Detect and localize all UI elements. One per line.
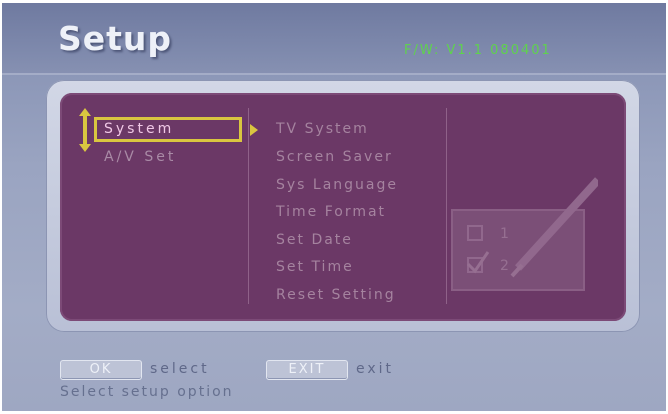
submenu-arrow-icon [250,124,258,136]
page-title: Setup [58,19,173,58]
submenu-item-set-time[interactable]: Set Time [276,259,354,275]
menu-item-av-set[interactable]: A/V Set [104,149,176,165]
help-hint: Select setup option [60,384,234,400]
submenu-item-reset-setting[interactable]: Reset Setting [276,287,396,303]
header-divider [2,73,666,75]
submenu-item-time-format[interactable]: Time Format [276,204,386,220]
firmware-version: F/W: V1.1 080401 [404,43,552,58]
scroll-up-arrow-icon [79,108,91,116]
submenu-item-set-date[interactable]: Set Date [276,232,353,248]
exit-key[interactable]: EXIT [266,360,348,380]
submenu-item-tv-system[interactable]: TV System [276,121,369,137]
column-separator-right [446,108,447,304]
submenu-item-sys-language[interactable]: Sys Language [276,177,398,193]
submenu-item-screen-saver[interactable]: Screen Saver [276,149,393,165]
ok-action-label: select [150,361,210,377]
checklist-watermark-icon: 1 2 [448,170,601,299]
watermark-option-1: 1 [500,226,509,242]
watermark-option-2: 2 [500,258,509,274]
menu-arrow-bar [83,116,87,145]
column-separator-left [248,108,249,304]
exit-action-label: exit [356,361,395,377]
scroll-down-arrow-icon [79,144,91,152]
menu-item-system[interactable]: System [104,121,174,137]
ok-key[interactable]: OK [60,360,142,380]
